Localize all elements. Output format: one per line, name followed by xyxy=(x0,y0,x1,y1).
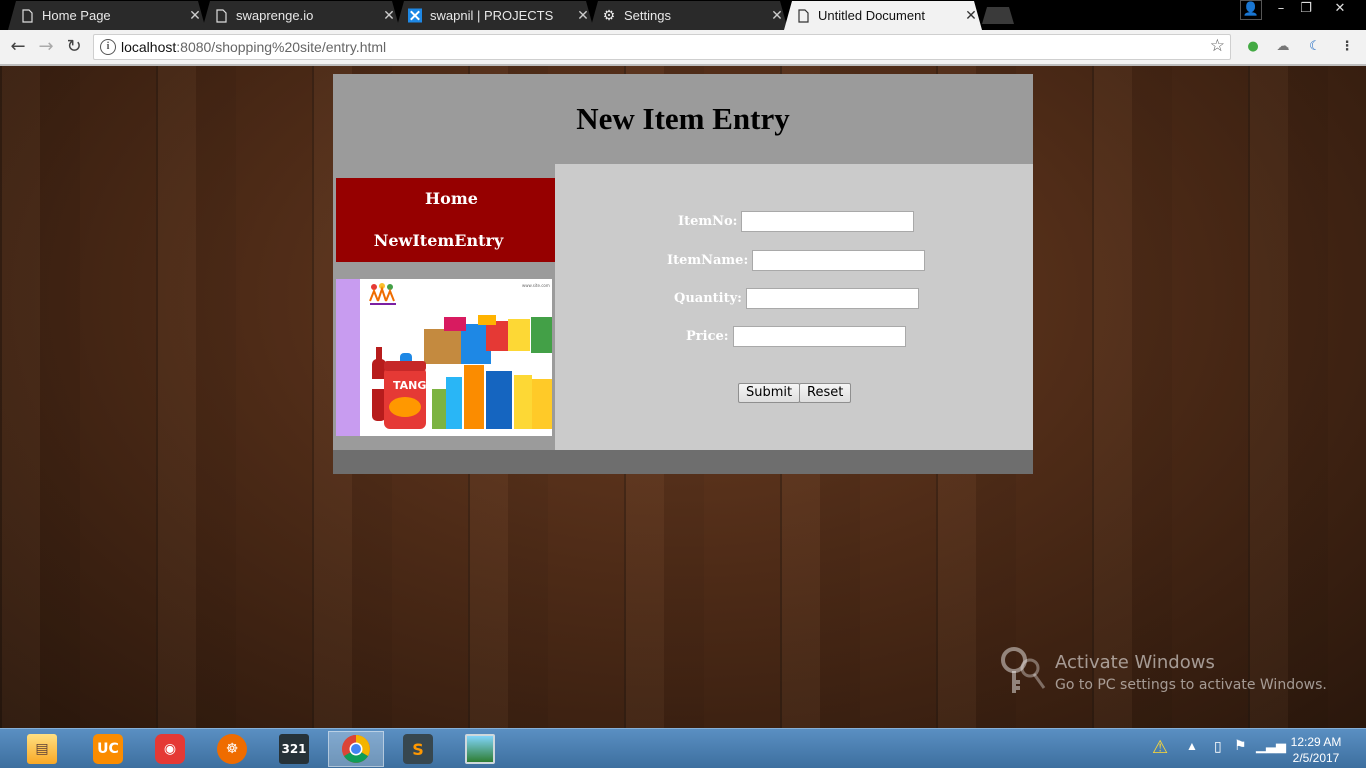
tab-title: Home Page xyxy=(42,8,111,23)
x-logo-icon xyxy=(408,8,422,24)
uc-browser-icon[interactable]: UC xyxy=(80,731,136,767)
close-icon[interactable]: ✕ xyxy=(184,7,206,24)
chrome-icon[interactable] xyxy=(328,731,384,767)
tab-title: Untitled Document xyxy=(818,8,925,23)
price-input[interactable] xyxy=(732,326,906,347)
browser-toolbar: ← → ↻ i localhost:8080/shopping%20site/e… xyxy=(0,30,1366,64)
tab-strip: Home Page ✕ swaprenge.io ✕ swapnil | PRO… xyxy=(0,0,1366,30)
file-explorer-icon[interactable]: ▤ xyxy=(14,731,70,767)
tang-label: TANG xyxy=(393,379,426,392)
reset-button[interactable]: Reset xyxy=(799,383,852,403)
extension-icon[interactable]: ● xyxy=(1244,38,1262,56)
sidebar: Home NewItemEntry www.site.com TANG xyxy=(333,164,555,450)
new-tab-button[interactable] xyxy=(982,7,1014,24)
site-header: New Item Entry xyxy=(333,74,1033,164)
item-no-label: ItemNo: xyxy=(678,214,738,229)
battery-icon[interactable]: ▯ xyxy=(1214,738,1222,755)
tab-title: swaprenge.io xyxy=(236,8,314,23)
close-icon[interactable]: ✕ xyxy=(572,7,594,24)
gear-icon: ⚙ xyxy=(602,7,616,23)
price-label: Price: xyxy=(686,329,729,344)
page-title: New Item Entry xyxy=(576,101,790,136)
tab-swaprenge[interactable]: swaprenge.io ✕ xyxy=(202,1,400,30)
warning-icon[interactable]: ⚠ xyxy=(1152,737,1168,758)
item-no-row: ItemNo: xyxy=(678,211,915,232)
quantity-row: Quantity: xyxy=(674,288,919,309)
submit-button[interactable]: Submit xyxy=(738,383,801,403)
sublime-text-icon[interactable]: S xyxy=(390,731,446,767)
info-icon[interactable]: i xyxy=(100,39,116,55)
cloud-extension-icon[interactable]: ☁ xyxy=(1274,38,1292,56)
tab-settings[interactable]: ⚙ Settings ✕ xyxy=(590,1,788,30)
nav-menu: Home NewItemEntry xyxy=(336,178,555,262)
quantity-label: Quantity: xyxy=(674,291,742,306)
tab-home-page[interactable]: Home Page ✕ xyxy=(8,1,206,30)
watermark-title: Activate Windows xyxy=(1055,652,1215,673)
screen-recorder-icon[interactable]: ◉ xyxy=(142,731,198,767)
reload-icon[interactable]: ↻ xyxy=(62,35,86,59)
clock-date: 2/5/2017 xyxy=(1292,751,1340,765)
close-window-button[interactable]: ✕ xyxy=(1320,0,1360,20)
item-name-input[interactable] xyxy=(752,250,926,271)
item-no-input[interactable] xyxy=(741,211,915,232)
network-signal-icon[interactable]: ▁▃▅ xyxy=(1256,738,1286,754)
back-arrow-icon[interactable]: ← xyxy=(6,35,30,59)
page-icon xyxy=(214,8,228,24)
close-icon[interactable]: ✕ xyxy=(378,7,400,24)
url-text: localhost:8080/shopping%20site/entry.htm… xyxy=(121,39,387,55)
item-name-label: ItemName: xyxy=(667,253,749,268)
tab-swapnil-projects[interactable]: swapnil | PROJECTS ✕ xyxy=(396,1,594,30)
clock-time: 12:29 AM xyxy=(1290,735,1342,749)
system-clock[interactable]: 12:29 AM 2/5/2017 xyxy=(1286,734,1346,766)
user-profile-icon[interactable]: 👤 xyxy=(1240,0,1262,20)
nav-link-new-item-entry[interactable]: NewItemEntry xyxy=(336,220,555,262)
tab-title: Settings xyxy=(624,8,671,23)
action-center-flag-icon[interactable]: ⚑ xyxy=(1234,737,1247,754)
chrome-logo xyxy=(342,735,370,763)
menu-dots-icon[interactable]: ⋮ xyxy=(1338,38,1356,56)
close-icon[interactable]: ✕ xyxy=(960,7,982,24)
bookmark-star-icon[interactable]: ☆ xyxy=(1210,36,1225,56)
photo-viewer-icon[interactable] xyxy=(452,731,508,767)
address-bar[interactable]: i localhost:8080/shopping%20site/entry.h… xyxy=(93,34,1231,60)
tab-title: swapnil | PROJECTS xyxy=(430,8,554,23)
item-name-row: ItemName: xyxy=(667,250,926,271)
watermark-subtitle: Go to PC settings to activate Windows. xyxy=(1055,677,1327,693)
form-panel: ItemNo: ItemName: Quantity: Price: Submi… xyxy=(555,164,1033,450)
forward-arrow-icon[interactable]: → xyxy=(34,35,58,59)
grocery-illustration: www.site.com TANG xyxy=(369,283,552,429)
page-icon xyxy=(796,8,810,24)
minimize-button[interactable]: – xyxy=(1270,0,1292,20)
site-container: New Item Entry Home NewItemEntry www.sit… xyxy=(333,74,1033,474)
moon-extension-icon[interactable]: ☾ xyxy=(1306,38,1324,56)
page-viewport: New Item Entry Home NewItemEntry www.sit… xyxy=(0,66,1366,728)
key-icon xyxy=(1001,647,1046,693)
nav-link-home[interactable]: Home xyxy=(336,178,555,220)
close-icon[interactable]: ✕ xyxy=(766,7,788,24)
page-icon xyxy=(20,8,34,24)
taskbar: ▤ UC ◉ ☸ 321 S ⚠ ▲ ▯ ⚑ ▁▃▅ 12:29 AM 2/5/… xyxy=(0,728,1366,768)
media-player-icon[interactable]: 321 xyxy=(266,731,322,767)
restore-button[interactable]: ❐ xyxy=(1295,0,1317,20)
grocery-products-image: www.site.com TANG xyxy=(336,279,552,436)
quantity-input[interactable] xyxy=(745,288,919,309)
tab-untitled-document[interactable]: Untitled Document ✕ xyxy=(784,1,982,30)
svg-text:www.site.com: www.site.com xyxy=(522,283,550,288)
site-footer xyxy=(333,450,1033,474)
helm-app-icon[interactable]: ☸ xyxy=(204,731,260,767)
price-row: Price: xyxy=(686,326,906,347)
show-hidden-icons-icon[interactable]: ▲ xyxy=(1186,739,1198,753)
